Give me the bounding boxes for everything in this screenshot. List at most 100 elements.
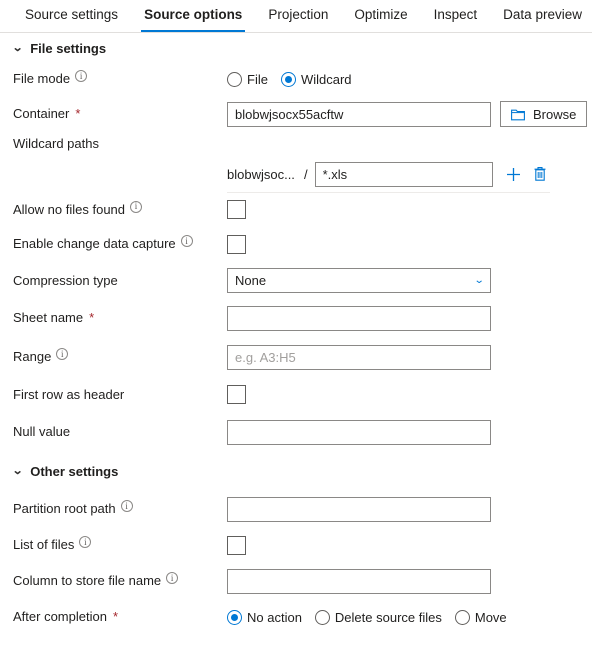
range-input[interactable]: [227, 344, 491, 370]
wildcard-separator: /: [304, 166, 308, 182]
delete-wildcard-path-button[interactable]: [531, 165, 549, 183]
section-title-other-settings: Other settings: [30, 463, 119, 479]
tab-data-preview[interactable]: Data preview: [490, 0, 592, 32]
label-enable-change-data-capture: Enable change data capture: [13, 235, 227, 252]
info-icon[interactable]: [79, 536, 92, 548]
wildcard-prefix: blobwjsoc...: [227, 166, 295, 182]
compression-type-control: None ⌄: [227, 268, 491, 293]
column-to-store-file-name-input[interactable]: [227, 568, 491, 594]
label-text-range: Range: [13, 349, 52, 364]
wildcard-path-entry: blobwjsoc... /: [227, 161, 549, 187]
partition-root-path-control: [227, 496, 491, 522]
label-text-sheet-name: Sheet name: [13, 310, 84, 325]
label-text-null-value: Null value: [13, 424, 71, 439]
radio-option-wildcard[interactable]: Wildcard: [280, 71, 352, 87]
info-icon[interactable]: [166, 572, 179, 584]
section-title-file-settings: File settings: [30, 40, 107, 56]
section-header-file-settings[interactable]: ⌄ File settings: [0, 33, 592, 63]
enable-change-data-capture-control: [227, 234, 246, 254]
first-row-as-header-checkbox[interactable]: [227, 385, 246, 404]
label-range: Range: [13, 348, 227, 365]
enable-change-data-capture-checkbox[interactable]: [227, 234, 246, 254]
plus-icon: [507, 167, 521, 181]
row-null-value: Null value: [0, 412, 592, 452]
label-compression-type: Compression type: [13, 273, 227, 289]
wildcard-path-input[interactable]: [314, 161, 493, 187]
list-of-files-checkbox[interactable]: [227, 535, 246, 555]
tab-projection[interactable]: Projection: [255, 0, 341, 32]
allow-no-files-found-checkbox[interactable]: [227, 200, 246, 219]
info-icon[interactable]: [75, 70, 88, 82]
tab-source-options[interactable]: Source options: [131, 0, 255, 32]
radio-circle-no-action[interactable]: [227, 609, 242, 625]
label-list-of-files: List of files: [13, 536, 227, 553]
source-options-form: ⌄ File settings File mode File Wildcard …: [0, 33, 592, 634]
required-asterisk: *: [112, 609, 118, 624]
chevron-down-icon: ⌄: [11, 41, 24, 54]
chevron-down-icon: ⌄: [11, 464, 24, 477]
info-icon[interactable]: [56, 348, 69, 360]
info-icon[interactable]: [130, 200, 143, 213]
null-value-control: [227, 419, 491, 445]
row-list-of-files: List of files: [0, 528, 592, 562]
first-row-as-header-control: [227, 385, 246, 404]
label-text-first-row-as-header: First row as header: [13, 386, 125, 402]
radio-circle-file[interactable]: [227, 71, 242, 87]
compression-type-dropdown[interactable]: None ⌄: [227, 268, 491, 293]
label-file-mode: File mode: [13, 70, 227, 87]
row-sheet-name: Sheet name *: [0, 299, 592, 337]
radio-option-move[interactable]: Move: [454, 609, 507, 625]
chevron-down-icon: ⌄: [473, 275, 485, 286]
tab-inspect[interactable]: Inspect: [421, 0, 491, 32]
null-value-input[interactable]: [227, 419, 491, 445]
label-text-list-of-files: List of files: [13, 537, 75, 552]
label-text-enable-change-data-capture: Enable change data capture: [13, 236, 176, 251]
radio-label-delete-source-files: Delete source files: [334, 609, 442, 625]
label-partition-root-path: Partition root path: [13, 500, 227, 517]
label-sheet-name: Sheet name *: [13, 310, 227, 326]
radio-option-file[interactable]: File: [227, 71, 268, 87]
row-container: Container * Browse: [0, 95, 592, 133]
label-allow-no-files-found: Allow no files found: [13, 200, 227, 218]
row-compression-type: Compression type None ⌄: [0, 262, 592, 299]
row-column-to-store-file-name: Column to store file name: [0, 562, 592, 600]
sheet-name-input[interactable]: [227, 305, 491, 331]
info-icon[interactable]: [120, 500, 133, 512]
row-allow-no-files-found: Allow no files found: [0, 193, 592, 226]
compression-type-value: None: [235, 273, 267, 288]
info-icon[interactable]: [180, 235, 193, 247]
tab-optimize[interactable]: Optimize: [341, 0, 420, 32]
browse-button[interactable]: Browse: [500, 101, 588, 127]
radio-label-move: Move: [474, 609, 507, 625]
container-input[interactable]: [227, 101, 491, 127]
row-after-completion: After completion * No action Delete sour…: [0, 600, 592, 634]
label-first-row-as-header: First row as header: [13, 387, 227, 403]
label-text-column-to-store-file-name: Column to store file name: [13, 573, 162, 588]
row-file-mode: File mode File Wildcard: [0, 63, 592, 95]
row-wildcard-paths-label: Wildcard paths: [0, 133, 592, 155]
label-after-completion: After completion *: [13, 609, 227, 625]
radio-circle-delete-source-files[interactable]: [314, 609, 330, 625]
row-range: Range: [0, 337, 592, 377]
radio-label-file: File: [247, 71, 268, 87]
tab-source-settings[interactable]: Source settings: [12, 0, 131, 32]
radio-circle-wildcard[interactable]: [280, 71, 296, 87]
label-wildcard-paths: Wildcard paths: [13, 136, 227, 152]
add-wildcard-path-button[interactable]: [505, 165, 523, 183]
label-text-after-completion: After completion: [13, 609, 107, 624]
label-text-partition-root-path: Partition root path: [13, 501, 116, 516]
radio-option-no-action[interactable]: No action: [227, 609, 302, 625]
partition-root-path-input[interactable]: [227, 496, 491, 522]
radio-label-no-action: No action: [247, 609, 302, 625]
sheet-name-control: [227, 305, 491, 331]
radio-option-delete-source-files[interactable]: Delete source files: [314, 609, 442, 625]
label-column-to-store-file-name: Column to store file name: [13, 572, 227, 589]
row-wildcard-paths-entry: blobwjsoc... /: [0, 155, 592, 193]
section-header-other-settings[interactable]: ⌄ Other settings: [0, 452, 592, 490]
row-partition-root-path: Partition root path: [0, 490, 592, 528]
folder-icon: [511, 109, 525, 120]
radio-circle-move[interactable]: [454, 609, 470, 625]
column-to-store-file-name-control: [227, 568, 491, 594]
label-text-compression-type: Compression type: [13, 272, 118, 288]
allow-no-files-found-control: [227, 200, 246, 219]
